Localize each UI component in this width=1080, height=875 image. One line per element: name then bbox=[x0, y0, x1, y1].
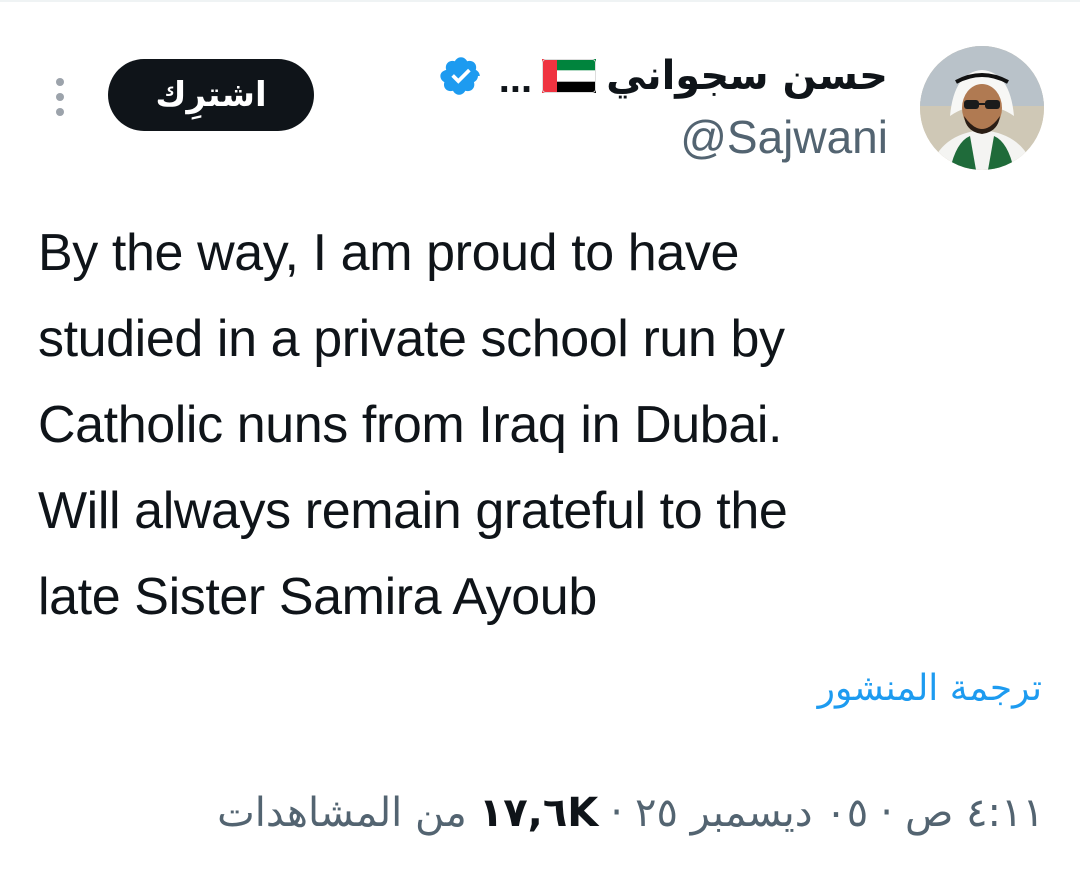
author-name-row[interactable]: حسن سجواني ... bbox=[439, 48, 888, 104]
author-display-name[interactable]: حسن سجواني bbox=[606, 56, 888, 96]
tweet-time[interactable]: ٤:١١ ص bbox=[905, 790, 1044, 836]
avatar-image bbox=[920, 46, 1044, 170]
translate-post-link[interactable]: ترجمة المنشور bbox=[818, 668, 1042, 709]
more-dot bbox=[56, 78, 64, 86]
views-count: ١٧,٦K bbox=[478, 790, 599, 836]
more-dot bbox=[56, 108, 64, 116]
meta-separator: · bbox=[610, 790, 623, 836]
tweet-text-line: late Sister Samira Ayoub bbox=[38, 568, 597, 626]
tweet-text: By the way, I am proud to have studied i… bbox=[38, 210, 1048, 640]
tweet-text-line: studied in a private school run by bbox=[38, 310, 785, 368]
subscribe-button[interactable]: اشترِك bbox=[108, 59, 314, 131]
uae-flag-icon bbox=[542, 59, 597, 93]
views-label: من المشاهدات bbox=[217, 790, 467, 836]
tweet-date[interactable]: ٠٥ ديسمبر ٢٥ bbox=[635, 790, 868, 836]
name-truncation-ellipsis: ... bbox=[498, 57, 533, 101]
avatar[interactable] bbox=[920, 46, 1044, 170]
verified-badge-icon[interactable] bbox=[439, 54, 483, 98]
more-vertical-icon[interactable] bbox=[48, 78, 72, 120]
tweet-text-line: Catholic nuns from Iraq in Dubai. bbox=[38, 396, 783, 454]
tweet-meta-row: ٤:١١ ص · ٠٥ ديسمبر ٢٥ · ١٧,٦K من المشاهد… bbox=[217, 790, 1044, 836]
tweet-text-line: Will always remain grateful to the bbox=[38, 482, 788, 540]
top-divider bbox=[0, 0, 1080, 2]
meta-separator: · bbox=[880, 790, 893, 836]
author-handle[interactable]: @Sajwani bbox=[680, 114, 888, 160]
more-dot bbox=[56, 93, 64, 101]
tweet-text-line: By the way, I am proud to have bbox=[38, 224, 739, 282]
